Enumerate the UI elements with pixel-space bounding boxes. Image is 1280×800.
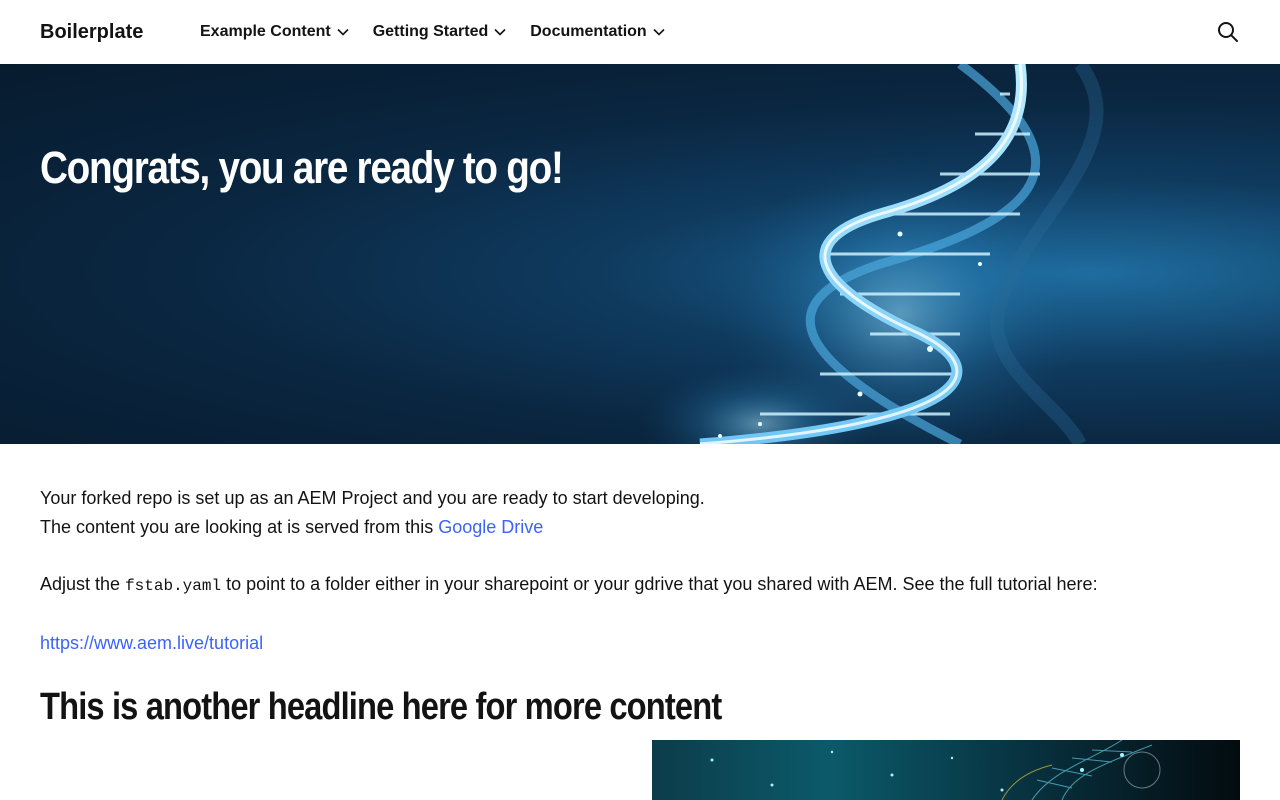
section-headline: This is another headline here for more c…	[40, 686, 722, 728]
columns-image	[652, 740, 1240, 800]
tutorial-paragraph: https://www.aem.live/tutorial	[40, 629, 1240, 658]
intro-paragraph: Your forked repo is set up as an AEM Pro…	[40, 484, 1240, 542]
nav-item-documentation[interactable]: Documentation	[530, 23, 665, 41]
nav-item-label: Example Content	[200, 23, 331, 40]
chevron-down-icon	[653, 28, 665, 36]
fstab-paragraph: Adjust the fstab.yaml to point to a fold…	[40, 570, 1240, 601]
nav-item-example-content[interactable]: Example Content	[200, 23, 349, 41]
fstab-prefix: Adjust the	[40, 574, 126, 594]
google-drive-link[interactable]: Google Drive	[438, 517, 543, 537]
search-button[interactable]	[1216, 20, 1240, 44]
tutorial-link[interactable]: https://www.aem.live/tutorial	[40, 633, 263, 653]
nav-item-label: Documentation	[530, 23, 647, 40]
search-icon	[1218, 22, 1238, 42]
intro-line-2: The content you are looking at is served…	[40, 517, 439, 537]
hero-banner: Congrats, you are ready to go!	[0, 64, 1280, 444]
intro-line-1: Your forked repo is set up as an AEM Pro…	[40, 488, 705, 508]
chevron-down-icon	[337, 28, 349, 36]
hero-title: Congrats, you are ready to go!	[40, 142, 564, 193]
fstab-suffix: to point to a folder either in your shar…	[221, 574, 1098, 594]
dna-network-image	[710, 740, 1161, 800]
chevron-down-icon	[494, 28, 506, 36]
nav-item-label: Getting Started	[372, 23, 489, 40]
site-header: Boilerplate Example Content Getting Star…	[0, 0, 1280, 64]
brand-logo-link[interactable]: Boilerplate	[40, 21, 200, 44]
dna-helix-image	[640, 64, 1104, 444]
nav-sections: Example Content Getting Started Document…	[200, 23, 665, 41]
main-content: Your forked repo is set up as an AEM Pro…	[0, 444, 1280, 730]
nav-item-getting-started[interactable]: Getting Started	[373, 23, 507, 41]
fstab-code: fstab.yaml	[125, 577, 222, 595]
